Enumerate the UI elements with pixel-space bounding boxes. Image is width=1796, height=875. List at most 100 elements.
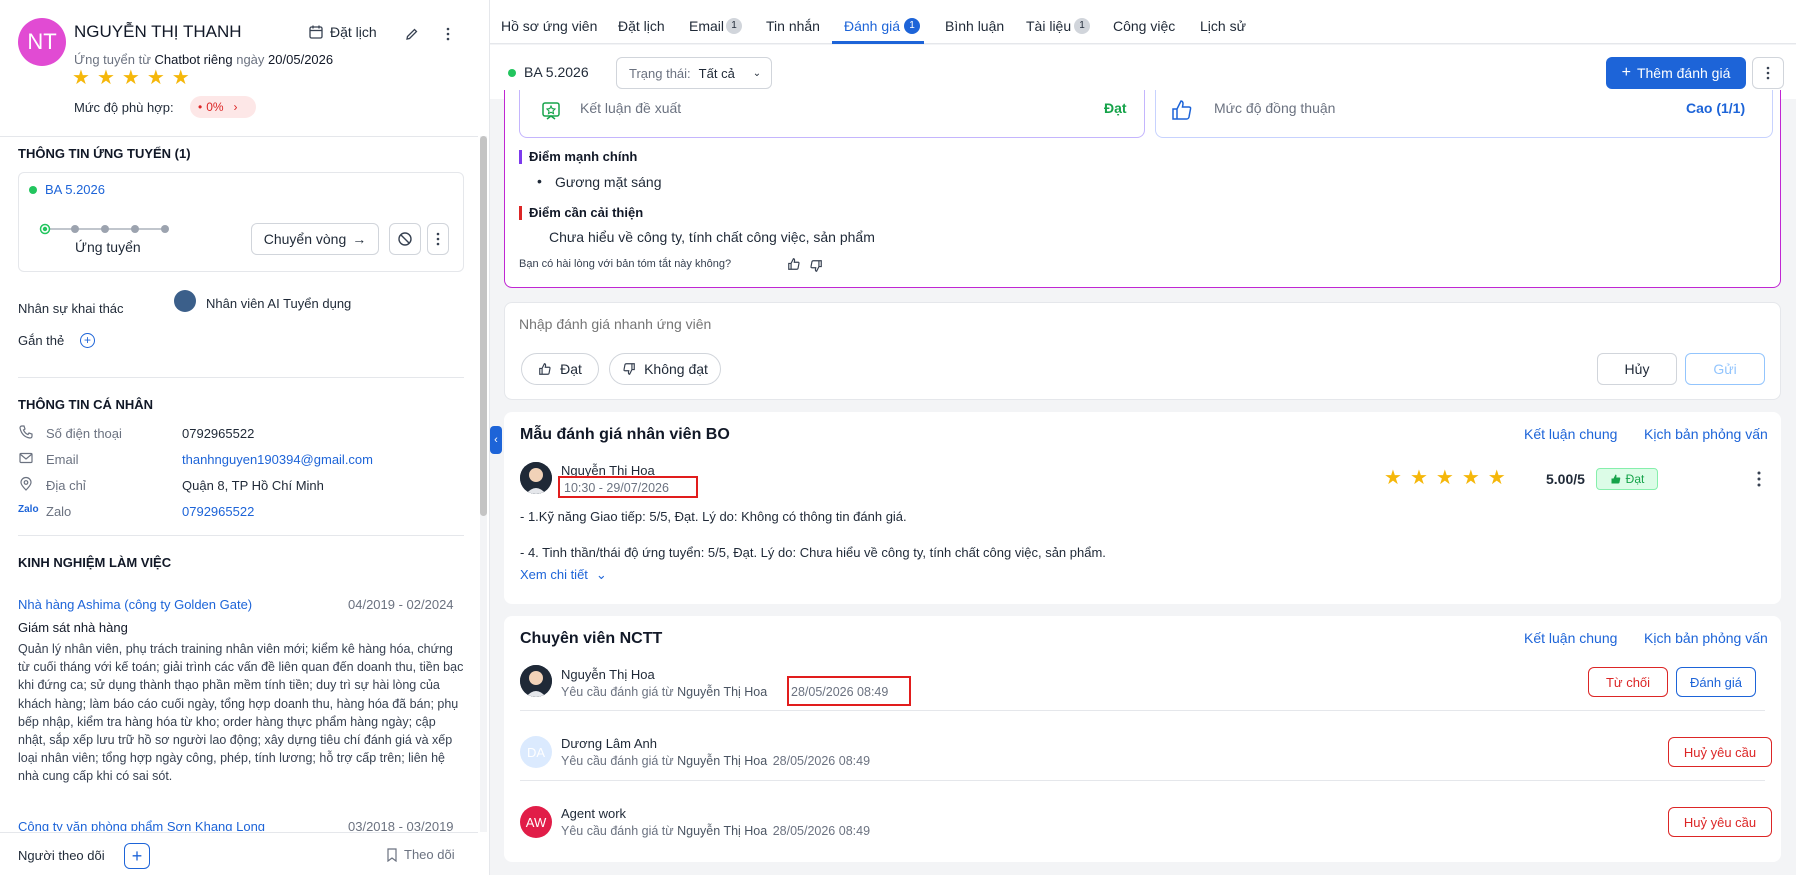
more-vertical-icon bbox=[1766, 66, 1770, 80]
tab-comments[interactable]: Bình luận bbox=[945, 18, 1004, 34]
experience-company[interactable]: Công ty văn phòng phẩm Sơn Khang Long bbox=[18, 819, 265, 831]
tab-email[interactable]: Email bbox=[689, 18, 724, 34]
cancel-request-label: Huỷ yêu cầu bbox=[1683, 744, 1757, 760]
applied-source: Chatbot riêng bbox=[154, 52, 233, 67]
status-filter[interactable]: Trạng thái: Tất cả ⌄ bbox=[616, 57, 772, 89]
general-conclusion-link[interactable]: Kết luận chung bbox=[1524, 426, 1617, 442]
tab-bar: Hồ sơ ứng viên Đặt lịch Email 1 Tin nhắn… bbox=[490, 0, 1796, 44]
tab-profile[interactable]: Hồ sơ ứng viên bbox=[501, 18, 597, 34]
application-card: BA 5.2026 Ứng tuyển Chuyển vòng → bbox=[18, 172, 464, 272]
phone-label: Số điện thoại bbox=[46, 426, 122, 441]
stage-label: Ứng tuyển bbox=[75, 239, 141, 255]
review-time: 10:30 - 29/07/2026 bbox=[564, 481, 669, 495]
cancel-request-button[interactable]: Huỷ yêu cầu bbox=[1668, 807, 1772, 837]
request-prefix: Yêu cầu đánh giá từ bbox=[561, 824, 674, 838]
experience-company[interactable]: Nhà hàng Ashima (công ty Golden Gate) bbox=[18, 597, 252, 612]
recommend-icon bbox=[542, 102, 560, 120]
reviewer-initials: AW bbox=[525, 814, 547, 830]
request-line: Yêu cầu đánh giá từ Nguyễn Thị Hoa bbox=[561, 685, 767, 699]
send-label: Gửi bbox=[1713, 361, 1737, 377]
request-time: 28/05/2026 08:49 bbox=[772, 824, 871, 838]
review-result-badge: Đạt bbox=[1596, 468, 1658, 490]
cancel-request-label: Huỷ yêu cầu bbox=[1683, 814, 1757, 830]
tab-history[interactable]: Lịch sử bbox=[1200, 18, 1246, 34]
follow-button[interactable]: Theo dõi bbox=[386, 847, 455, 862]
reviewer-avatar: DA bbox=[520, 736, 552, 768]
divider bbox=[18, 377, 464, 378]
send-button[interactable]: Gửi bbox=[1685, 353, 1765, 385]
reviewer-photo bbox=[520, 665, 552, 697]
plus-icon: + bbox=[1621, 64, 1631, 81]
template-card-title: Mẫu đánh giá nhân viên BO bbox=[520, 426, 730, 443]
toolbar-more-button[interactable] bbox=[1752, 57, 1784, 89]
quick-fail-button[interactable]: Không đạt bbox=[609, 353, 721, 385]
quick-evaluation-input[interactable] bbox=[519, 311, 1759, 337]
decline-button[interactable]: Từ chối bbox=[1588, 667, 1668, 697]
general-conclusion-link[interactable]: Kết luận chung bbox=[1524, 630, 1617, 646]
conclusion-value: Đạt bbox=[1104, 100, 1127, 116]
add-tag-icon[interactable]: + bbox=[80, 333, 95, 348]
reviewer-name: Agent work bbox=[561, 806, 627, 821]
cancel-request-button[interactable]: Huỷ yêu cầu bbox=[1668, 737, 1772, 767]
tab-documents[interactable]: Tài liệu bbox=[1026, 18, 1071, 34]
application-job[interactable]: BA 5.2026 bbox=[45, 182, 105, 197]
more-vertical-icon[interactable] bbox=[440, 26, 456, 42]
address-label: Địa chỉ bbox=[46, 478, 86, 493]
ncct-evaluation-card: Chuyên viên NCTT Kết luận chung Kịch bản… bbox=[504, 616, 1781, 862]
divider bbox=[0, 136, 478, 137]
divider bbox=[18, 535, 464, 536]
reject-button[interactable] bbox=[389, 223, 421, 255]
experience-period: 03/2018 - 03/2019 bbox=[348, 819, 454, 831]
tab-messages[interactable]: Tin nhắn bbox=[766, 18, 820, 34]
template-evaluation-card: Mẫu đánh giá nhân viên BO Kết luận chung… bbox=[504, 412, 1781, 604]
view-detail-link[interactable]: Xem chi tiết ⌄ bbox=[520, 567, 607, 583]
interview-script-link[interactable]: Kịch bản phỏng vấn bbox=[1644, 426, 1768, 442]
left-scrollbar[interactable] bbox=[480, 136, 487, 832]
schedule-button[interactable]: Đặt lịch bbox=[308, 24, 377, 40]
cancel-button[interactable]: Hủy bbox=[1597, 353, 1677, 385]
strength-item: Gương mặt sáng bbox=[555, 174, 662, 190]
bookmark-icon bbox=[387, 847, 397, 862]
thumbs-up-icon bbox=[539, 363, 551, 375]
experience-period: 04/2019 - 02/2024 bbox=[348, 597, 454, 612]
quick-pass-button[interactable]: Đạt bbox=[521, 353, 599, 385]
review-score: 5.00/5 bbox=[1546, 471, 1585, 487]
email-value[interactable]: thanhnguyen190394@gmail.com bbox=[182, 452, 373, 467]
thumbs-down-icon[interactable] bbox=[809, 259, 823, 273]
edit-icon[interactable] bbox=[404, 26, 420, 42]
collapse-panel-button[interactable]: ‹ bbox=[490, 426, 502, 454]
move-stage-button[interactable]: Chuyển vòng → bbox=[251, 223, 379, 255]
evaluate-label: Đánh giá bbox=[1689, 674, 1743, 690]
add-evaluation-button[interactable]: + Thêm đánh giá bbox=[1606, 57, 1746, 89]
tab-evaluation[interactable]: Đánh giá bbox=[844, 18, 900, 34]
fit-label: Mức độ phù hợp: bbox=[74, 100, 174, 115]
tab-tasks[interactable]: Công việc bbox=[1113, 18, 1175, 34]
strength-bullet: • bbox=[537, 173, 542, 189]
view-detail-label: Xem chi tiết bbox=[520, 567, 588, 582]
application-more-button[interactable] bbox=[427, 223, 449, 255]
zalo-value[interactable]: 0792965522 bbox=[182, 504, 254, 519]
left-scrollbar-thumb[interactable] bbox=[480, 136, 487, 516]
strengths-bar bbox=[519, 150, 522, 164]
add-follower-button[interactable]: + bbox=[124, 843, 150, 869]
thumbs-up-icon[interactable] bbox=[787, 257, 801, 271]
tab-active-indicator bbox=[832, 41, 924, 44]
conclusion-label: Kết luận đề xuất bbox=[580, 100, 682, 116]
request-time: 28/05/2026 08:49 bbox=[772, 754, 871, 768]
interview-script-link[interactable]: Kịch bản phỏng vấn bbox=[1644, 630, 1768, 646]
application-section-title: THÔNG TIN ỨNG TUYỂN (1) bbox=[18, 146, 191, 161]
star-icon: ★ bbox=[1435, 467, 1454, 489]
review-result: Đạt bbox=[1625, 472, 1645, 486]
phone-icon bbox=[19, 425, 33, 439]
left-panel: NT NGUYỄN THỊ THANH Đặt lịch Ứng tuyển t… bbox=[0, 0, 490, 875]
right-panel: Hồ sơ ứng viên Đặt lịch Email 1 Tin nhắn… bbox=[490, 0, 1796, 875]
request-prefix: Yêu cầu đánh giá từ bbox=[561, 685, 674, 699]
fit-badge[interactable]: • 0% › bbox=[190, 96, 256, 118]
more-vertical-icon[interactable] bbox=[1757, 471, 1761, 487]
arrow-right-icon: → bbox=[352, 231, 367, 247]
requester-name: Nguyễn Thị Hoa bbox=[677, 685, 768, 699]
evaluate-button[interactable]: Đánh giá bbox=[1676, 667, 1756, 697]
followers-label: Người theo dõi bbox=[18, 848, 105, 863]
tab-schedule[interactable]: Đặt lịch bbox=[618, 18, 665, 34]
location-icon bbox=[20, 476, 32, 491]
